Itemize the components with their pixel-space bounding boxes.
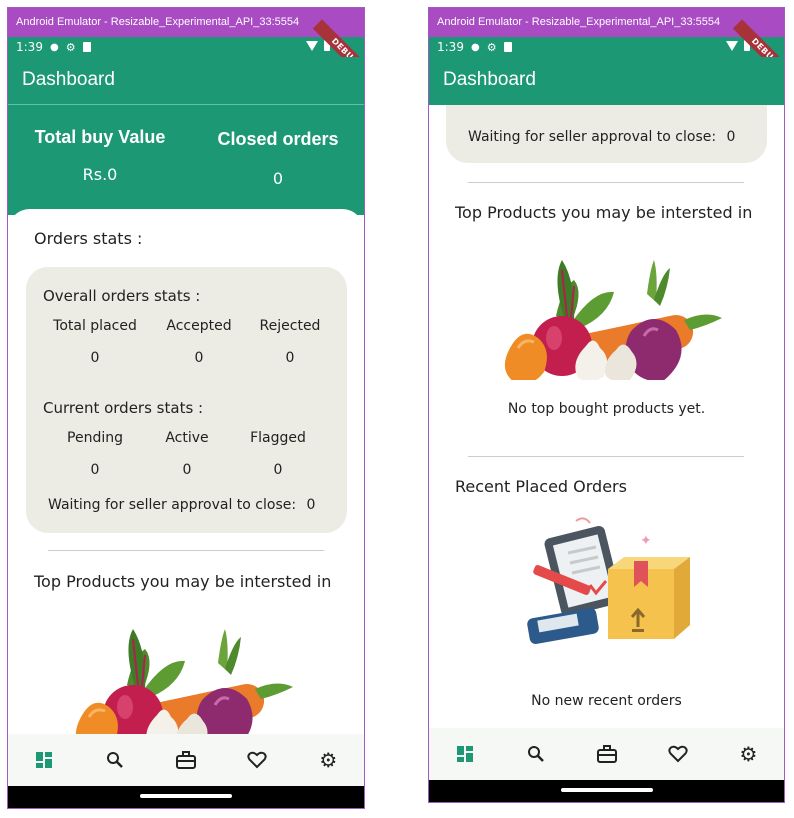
heart-icon (247, 751, 267, 769)
no-recent-orders-text: No new recent orders (531, 693, 682, 709)
dashboard-content-scrolled: Waiting for seller approval to close: 0 … (429, 105, 784, 728)
total-buy-value: Rs.0 (82, 165, 118, 184)
status-bar: 1:39 ● ⚙ DEBUG (429, 19, 784, 84)
wifi-icon (726, 40, 738, 51)
wifi-icon (306, 40, 318, 51)
nav-favorites[interactable] (237, 740, 277, 780)
sd-card-icon (82, 42, 91, 52)
waiting-approval-label: Waiting for seller approval to close: (48, 497, 297, 513)
waiting-approval-value: 0 (306, 497, 316, 513)
settings-icon: ⚙ (739, 742, 758, 766)
closed-orders-block: Closed orders 0 (216, 129, 340, 188)
orders-stats-card: Waiting for seller approval to close: 0 (446, 105, 767, 163)
home-handle[interactable] (140, 794, 232, 798)
nav-orders[interactable] (166, 740, 206, 780)
pending-label: Pending (67, 430, 123, 446)
flagged-value: 0 (273, 462, 283, 478)
dashboard-icon (456, 746, 473, 762)
total-buy-label: Total buy Value (34, 127, 166, 147)
search-icon (527, 746, 544, 762)
rejected-value: 0 (285, 350, 295, 366)
nav-settings[interactable]: ⚙ (308, 740, 348, 780)
gear-icon: ⚙ (486, 40, 497, 54)
active-value: 0 (182, 462, 192, 478)
pending-value: 0 (90, 462, 100, 478)
orders-stats-title: Orders stats : (34, 229, 143, 248)
orders-stats-card: Overall orders stats : Total placed Acce… (26, 267, 347, 533)
section-divider (468, 182, 744, 183)
app-bar: Dashboard (429, 57, 784, 105)
home-handle[interactable] (560, 788, 653, 792)
rejected-label: Rejected (259, 318, 321, 334)
search-icon (106, 752, 123, 768)
accepted-value: 0 (194, 350, 204, 366)
nav-favorites[interactable] (658, 734, 698, 774)
status-bar: 1:39 ● ⚙ DEBUG (8, 19, 364, 84)
gear-icon: ⚙ (65, 40, 76, 54)
accepted-label: Accepted (166, 318, 232, 334)
bottom-navigation: ⚙ (8, 734, 364, 786)
vegetables-illustration (74, 627, 295, 749)
no-top-products-text: No top bought products yet. (507, 401, 706, 417)
briefcase-icon (175, 751, 196, 769)
summary-header: Total buy Value Rs.0 Closed orders 0 (8, 105, 364, 215)
page-title: Dashboard (443, 69, 536, 90)
sd-card-icon (503, 42, 512, 52)
svg-text:✦: ✦ (640, 533, 652, 549)
mic-icon: ● (49, 41, 59, 53)
nav-settings[interactable]: ⚙ (729, 734, 769, 774)
mic-icon: ● (470, 41, 480, 53)
heart-icon (667, 745, 688, 763)
page-title: Dashboard (22, 69, 115, 90)
emulator-window-left: Android Emulator - Resizable_Experimenta… (7, 7, 365, 809)
total-placed-label: Total placed (53, 318, 137, 334)
waiting-approval-value: 0 (726, 129, 736, 145)
emulator-title-bar: Android Emulator - Resizable_Experimenta… (8, 8, 364, 37)
emulator-title-bar: Android Emulator - Resizable_Experimenta… (429, 8, 784, 37)
total-buy-block: Total buy Value Rs.0 (32, 127, 168, 184)
closed-orders-value: 0 (272, 169, 284, 188)
system-nav-bar (429, 780, 784, 802)
nav-search[interactable] (95, 740, 135, 780)
current-stats-title: Current orders stats : (43, 399, 204, 417)
waiting-approval-row: Waiting for seller approval to close: 0 (468, 129, 735, 145)
emulator-title: Android Emulator - Resizable_Experimenta… (16, 16, 300, 28)
nav-dashboard[interactable] (445, 734, 485, 774)
nav-dashboard[interactable] (24, 740, 64, 780)
total-placed-value: 0 (90, 350, 100, 366)
dashboard-icon (35, 752, 52, 768)
active-label: Active (165, 430, 209, 446)
recent-orders-title: Recent Placed Orders (455, 477, 627, 496)
nav-orders[interactable] (587, 734, 627, 774)
app-bar: Dashboard (8, 57, 364, 105)
empty-orders-illustration: ✦ (527, 517, 690, 644)
overall-stats-title: Overall orders stats : (43, 287, 201, 305)
nav-search[interactable] (516, 734, 556, 774)
settings-icon: ⚙ (319, 748, 338, 772)
section-divider-2 (468, 456, 744, 457)
dashboard-content: Orders stats : Overall orders stats : To… (8, 209, 364, 808)
top-products-title: Top Products you may be intersted in (34, 572, 332, 591)
waiting-approval-row: Waiting for seller approval to close: 0 (48, 497, 315, 513)
waiting-approval-label: Waiting for seller approval to close: (468, 129, 717, 145)
status-time: 1:39 (16, 40, 43, 54)
bottom-navigation: ⚙ (429, 728, 784, 780)
closed-orders-label: Closed orders (217, 129, 339, 149)
briefcase-icon (596, 745, 617, 763)
emulator-window-right: Android Emulator - Resizable_Experimenta… (428, 7, 785, 803)
flagged-label: Flagged (250, 430, 306, 446)
top-products-title: Top Products you may be intersted in (455, 203, 753, 222)
system-nav-bar (8, 786, 364, 808)
section-divider (48, 550, 324, 551)
status-time: 1:39 (437, 40, 464, 54)
emulator-title: Android Emulator - Resizable_Experimenta… (437, 16, 721, 28)
vegetables-illustration (503, 258, 724, 380)
